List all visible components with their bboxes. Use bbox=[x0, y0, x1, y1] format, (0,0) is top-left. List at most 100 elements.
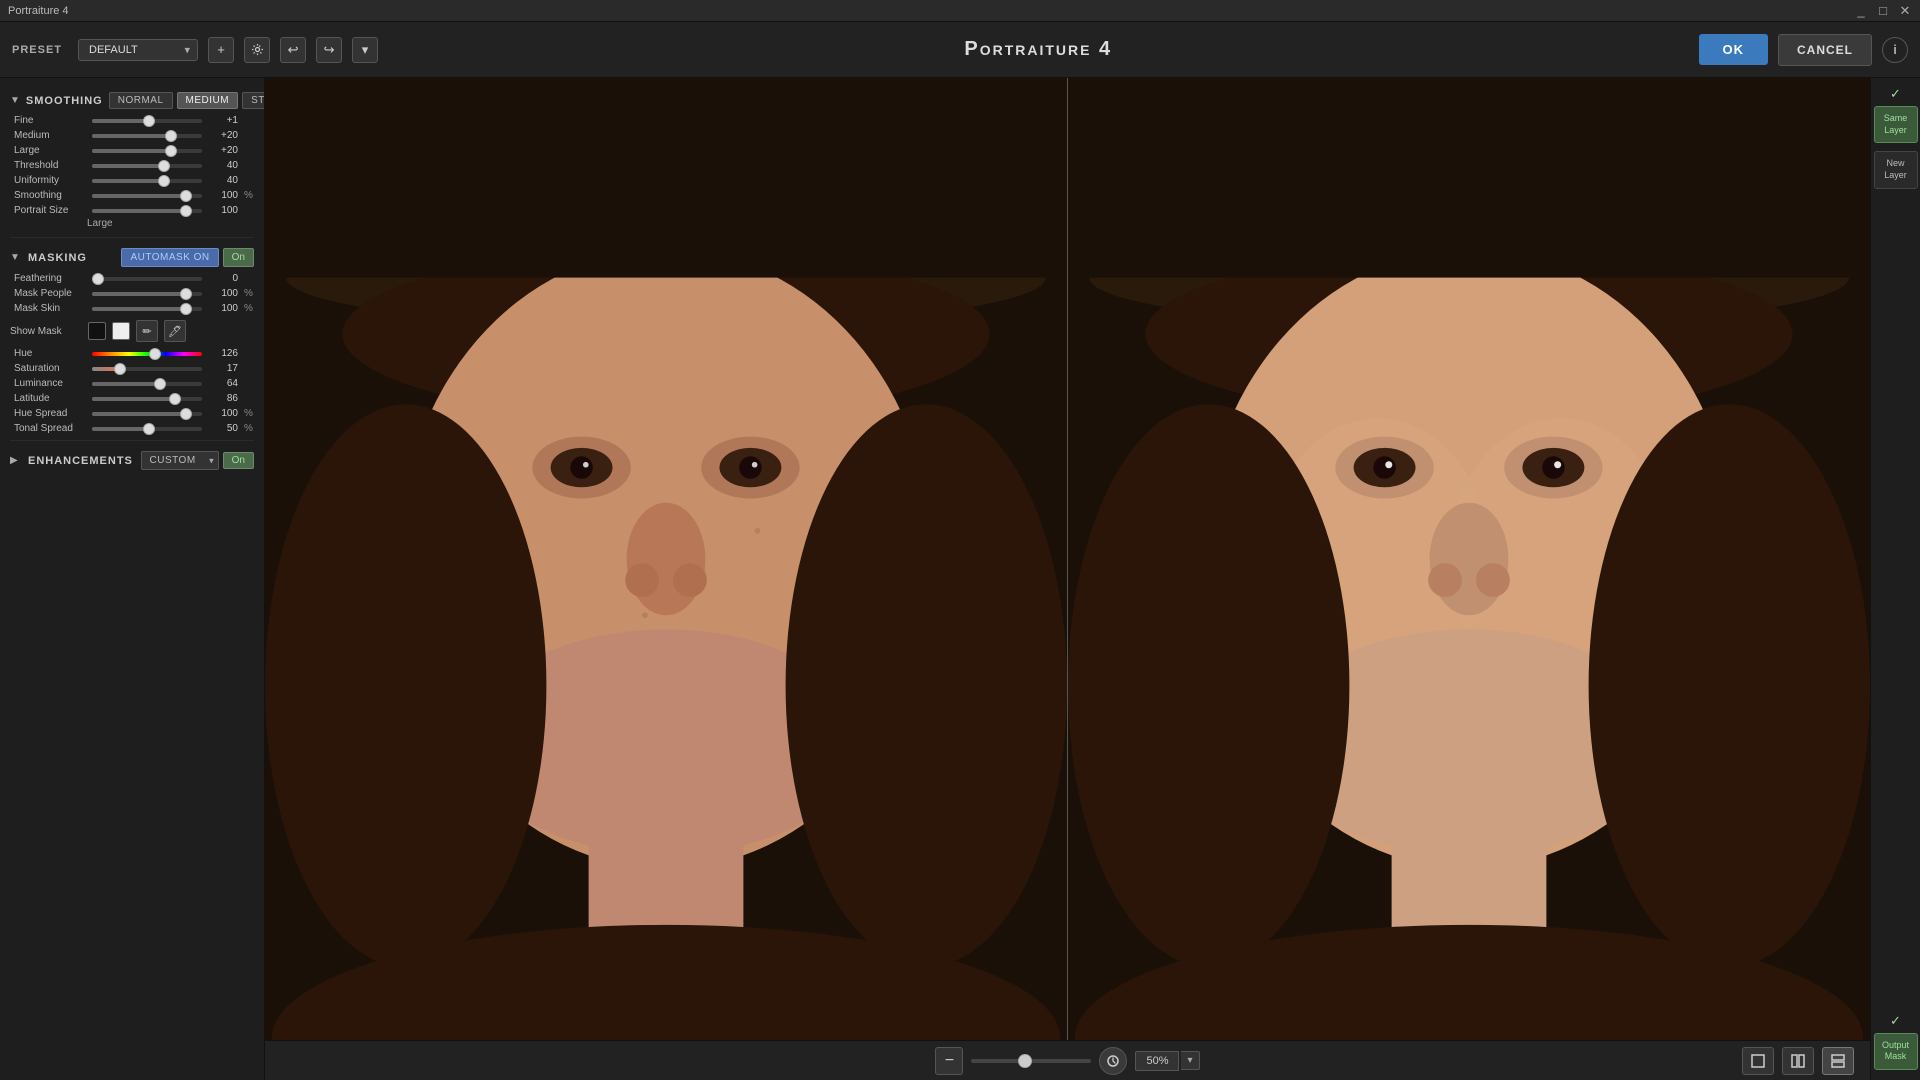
threshold-slider[interactable] bbox=[92, 164, 202, 168]
hue-spread-fill bbox=[92, 412, 186, 416]
zoom-out-btn[interactable]: − bbox=[935, 1047, 963, 1075]
tonal-spread-slider[interactable] bbox=[92, 427, 202, 431]
luminance-value: 64 bbox=[208, 378, 238, 389]
mask-color-white[interactable] bbox=[112, 322, 130, 340]
preset-dropdown[interactable]: DEFAULT bbox=[78, 39, 198, 61]
zoom-reset-btn[interactable] bbox=[1099, 1047, 1127, 1075]
hue-slider[interactable] bbox=[92, 352, 202, 356]
enhancements-section-header[interactable]: ▶ ENHANCEMENTS CUSTOM ▾ On bbox=[0, 445, 264, 474]
hue-spread-value: 100 bbox=[208, 408, 238, 419]
portrait-size-sub-label: Large bbox=[0, 218, 264, 233]
smoothing-thumb[interactable] bbox=[180, 190, 192, 202]
view-split-h-btn[interactable] bbox=[1782, 1047, 1814, 1075]
medium-btn[interactable]: MEDIUM bbox=[177, 92, 239, 109]
luminance-slider-row: Luminance 64 bbox=[0, 376, 264, 391]
normal-btn[interactable]: NORMAL bbox=[109, 92, 173, 109]
fine-slider[interactable] bbox=[92, 119, 202, 123]
same-layer-check: ✓ bbox=[1890, 86, 1901, 102]
feathering-slider[interactable] bbox=[92, 277, 202, 281]
tonal-spread-slider-row: Tonal Spread 50 % bbox=[0, 421, 264, 436]
large-value: +20 bbox=[208, 145, 238, 156]
ok-button[interactable]: OK bbox=[1699, 34, 1769, 65]
app-title: Portraiture 4 bbox=[964, 38, 1112, 60]
luminance-slider[interactable] bbox=[92, 382, 202, 386]
threshold-slider-row: Threshold 40 bbox=[0, 158, 264, 173]
smoothing-value: 100 bbox=[208, 190, 238, 201]
portrait-size-slider[interactable] bbox=[92, 209, 202, 213]
latitude-thumb[interactable] bbox=[169, 393, 181, 405]
split-h-view-icon bbox=[1790, 1053, 1806, 1069]
mask-erase-btn[interactable]: 🖊 bbox=[164, 320, 186, 342]
left-panel: ▼ SMOOTHING NORMAL MEDIUM STRONG Fine +1 bbox=[0, 78, 265, 1080]
mask-skin-slider[interactable] bbox=[92, 307, 202, 311]
zoom-slider[interactable] bbox=[971, 1059, 1091, 1063]
large-thumb[interactable] bbox=[165, 145, 177, 157]
same-layer-btn[interactable]: Same Layer bbox=[1874, 106, 1918, 143]
after-image bbox=[1068, 78, 1870, 1040]
close-btn[interactable]: ✕ bbox=[1898, 4, 1912, 18]
info-button[interactable]: i bbox=[1882, 37, 1908, 63]
latitude-slider[interactable] bbox=[92, 397, 202, 401]
medium-slider[interactable] bbox=[92, 134, 202, 138]
tonal-spread-thumb[interactable] bbox=[143, 423, 155, 435]
mask-people-thumb[interactable] bbox=[180, 288, 192, 300]
enhancements-on-btn[interactable]: On bbox=[223, 452, 254, 469]
view-split-v-btn[interactable] bbox=[1822, 1047, 1854, 1075]
automask-btn[interactable]: AUTOMASK ON bbox=[121, 248, 218, 267]
zoom-slider-thumb[interactable] bbox=[1018, 1054, 1032, 1068]
mask-skin-thumb[interactable] bbox=[180, 303, 192, 315]
luminance-thumb[interactable] bbox=[154, 378, 166, 390]
undo-btn[interactable]: ↩ bbox=[280, 37, 306, 63]
threshold-thumb[interactable] bbox=[158, 160, 170, 172]
saturation-thumb[interactable] bbox=[114, 363, 126, 375]
strong-btn[interactable]: STRONG bbox=[242, 92, 265, 109]
masking-on-btn[interactable]: On bbox=[223, 248, 254, 267]
feathering-thumb[interactable] bbox=[92, 273, 104, 285]
saturation-value: 17 bbox=[208, 363, 238, 374]
smoothing-label: Smoothing bbox=[14, 190, 86, 201]
fine-thumb[interactable] bbox=[143, 115, 155, 127]
latitude-label: Latitude bbox=[14, 393, 86, 404]
saturation-label: Saturation bbox=[14, 363, 86, 374]
mask-paint-btn[interactable]: ✏ bbox=[136, 320, 158, 342]
history-dropdown-btn[interactable]: ▾ bbox=[352, 37, 378, 63]
hue-spread-slider-row: Hue Spread 100 % bbox=[0, 406, 264, 421]
mask-people-slider[interactable] bbox=[92, 292, 202, 296]
masking-title: MASKING bbox=[28, 252, 87, 264]
mask-color-black[interactable] bbox=[88, 322, 106, 340]
latitude-slider-row: Latitude 86 bbox=[0, 391, 264, 406]
saturation-slider[interactable] bbox=[92, 367, 202, 371]
hue-spread-slider[interactable] bbox=[92, 412, 202, 416]
same-layer-wrap: ✓ Same Layer bbox=[1874, 86, 1918, 145]
large-slider-row: Large +20 bbox=[0, 143, 264, 158]
custom-dropdown-btn[interactable]: CUSTOM bbox=[141, 451, 219, 470]
uniformity-thumb[interactable] bbox=[158, 175, 170, 187]
large-slider[interactable] bbox=[92, 149, 202, 153]
maximize-btn[interactable]: □ bbox=[1876, 4, 1890, 18]
threshold-label: Threshold bbox=[14, 160, 86, 171]
masking-section-header[interactable]: ▼ MASKING AUTOMASK ON On bbox=[0, 242, 264, 271]
output-mask-btn[interactable]: Output Mask bbox=[1874, 1033, 1918, 1070]
zoom-dropdown-btn[interactable]: ▾ bbox=[1181, 1051, 1199, 1070]
app-container: PRESET DEFAULT + ↩ ↪ ▾ Portraiture 4 OK … bbox=[0, 22, 1920, 1080]
new-layer-btn[interactable]: New Layer bbox=[1874, 151, 1918, 188]
redo-btn[interactable]: ↪ bbox=[316, 37, 342, 63]
smoothing-section-header[interactable]: ▼ SMOOTHING NORMAL MEDIUM STRONG bbox=[0, 86, 264, 113]
preset-settings-btn[interactable] bbox=[244, 37, 270, 63]
medium-thumb[interactable] bbox=[165, 130, 177, 142]
preset-select-wrap: DEFAULT bbox=[78, 39, 198, 61]
minimize-btn[interactable]: _ bbox=[1854, 4, 1868, 18]
portrait-size-thumb[interactable] bbox=[180, 205, 192, 217]
portrait-size-value: 100 bbox=[208, 205, 238, 216]
hue-thumb[interactable] bbox=[149, 348, 161, 360]
hue-spread-thumb[interactable] bbox=[180, 408, 192, 420]
cancel-button[interactable]: CANCEL bbox=[1778, 34, 1872, 66]
uniformity-value: 40 bbox=[208, 175, 238, 186]
smoothing-slider[interactable] bbox=[92, 194, 202, 198]
mask-skin-value: 100 bbox=[208, 303, 238, 314]
view-mode-btns bbox=[1742, 1047, 1854, 1075]
after-svg bbox=[1068, 78, 1870, 1040]
uniformity-slider[interactable] bbox=[92, 179, 202, 183]
view-single-btn[interactable] bbox=[1742, 1047, 1774, 1075]
add-preset-btn[interactable]: + bbox=[208, 37, 234, 63]
